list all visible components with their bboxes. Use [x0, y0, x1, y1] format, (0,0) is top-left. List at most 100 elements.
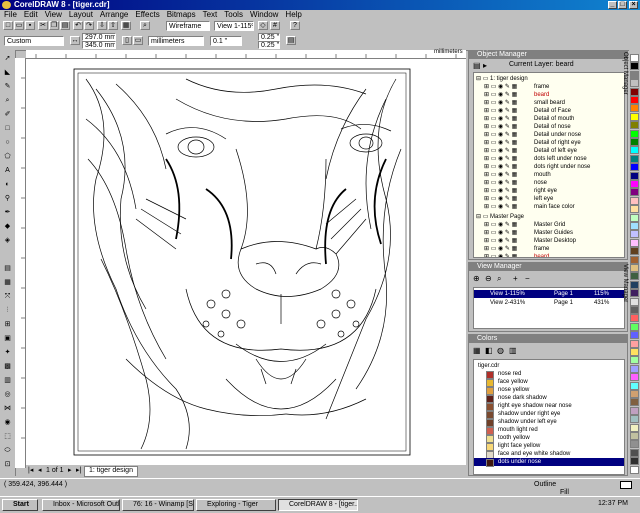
wireframe-toggle-icon[interactable]: ◇ [258, 21, 268, 30]
zoom-out-icon[interactable]: ⊖ [485, 274, 492, 283]
palette-color-chip[interactable] [630, 238, 639, 247]
layers-roll-icon[interactable]: ▤ [3, 264, 12, 273]
menu-bitmaps[interactable]: Bitmaps [167, 10, 196, 19]
horizontal-ruler[interactable]: millimeters [26, 49, 466, 59]
fill-tool-icon[interactable]: ◆ [3, 222, 12, 231]
palette-color-chip[interactable] [630, 289, 639, 298]
palette-color-chip[interactable] [630, 423, 639, 432]
palette-color-chip[interactable] [630, 154, 639, 163]
palette-color-chip[interactable] [630, 322, 639, 331]
palette-color-chip[interactable] [630, 138, 639, 146]
cut-icon[interactable]: ✂ [38, 21, 48, 30]
layer-visibility-icon[interactable]: ⊞ ▭ ◉ ✎ ▦ [484, 123, 517, 131]
object-data-icon[interactable]: ▣ [3, 334, 12, 343]
knife-tool-icon[interactable]: ✎ [3, 82, 12, 91]
layer-visibility-icon[interactable]: ⊞ ▭ ◉ ✎ ▦ [484, 163, 517, 171]
duplicate-x-field[interactable]: 0.25 " [258, 33, 280, 41]
coreldraw-app-icon[interactable] [2, 1, 11, 9]
page-layout-icon[interactable]: ▤ [286, 36, 296, 45]
palette-color-chip[interactable] [630, 171, 639, 180]
lens-icon[interactable]: ◎ [3, 390, 12, 399]
task-coreldraw[interactable]: CorelDRAW 8 - [tiger... [278, 499, 358, 511]
view-icon[interactable]: ⊞ [3, 320, 12, 329]
menu-effects[interactable]: Effects [135, 10, 159, 19]
menu-view[interactable]: View [45, 10, 62, 19]
zoom-icon[interactable]: ⌕ [140, 21, 150, 30]
palette-color-chip[interactable] [630, 457, 639, 466]
menu-file[interactable]: File [4, 10, 17, 19]
palette-color-chip[interactable] [630, 356, 639, 365]
help-icon[interactable]: ? [290, 21, 300, 30]
palette-color-chip[interactable] [630, 364, 639, 373]
ellipse-tool-icon[interactable]: ○ [3, 138, 12, 147]
zoom-icon[interactable]: ⌕ [497, 274, 501, 284]
palette-color-chip[interactable] [630, 448, 639, 457]
import-icon[interactable]: ⇩ [97, 21, 107, 30]
color-roll-icon[interactable]: ▩ [3, 362, 12, 371]
layer-visibility-icon[interactable]: ⊞ ▭ ◉ ✎ ▦ [484, 99, 517, 107]
palette-color-chip[interactable] [630, 331, 639, 340]
color-palette-icon[interactable]: ▦ [473, 346, 481, 355]
palette-color-chip[interactable] [630, 70, 639, 79]
maximize-button[interactable]: □ [618, 1, 627, 9]
layer-visibility-icon[interactable]: ⊞ ▭ ◉ ✎ ▦ [484, 187, 517, 195]
palette-color-chip[interactable] [630, 314, 639, 323]
print-icon[interactable]: ▦ [121, 21, 131, 30]
palette-color-chip[interactable] [630, 381, 639, 390]
start-button[interactable]: Start [2, 499, 38, 511]
copy-icon[interactable]: ❐ [49, 21, 59, 30]
menu-help[interactable]: Help [285, 10, 301, 19]
color-gradient-icon[interactable]: ▥ [509, 346, 517, 355]
palette-color-chip[interactable] [630, 112, 639, 121]
palette-color-chip[interactable] [630, 188, 639, 197]
view-manager-side-tab[interactable]: View Manager [620, 264, 628, 324]
layer-visibility-icon[interactable]: ⊞ ▭ ◉ ✎ ▦ [484, 83, 517, 91]
palette-color-chip[interactable] [630, 440, 639, 449]
bitmap-icon[interactable]: ▥ [3, 376, 12, 385]
palette-color-chip[interactable] [630, 264, 639, 272]
layer-visibility-icon[interactable]: ⊞ ▭ ◉ ✎ ▦ [484, 155, 517, 163]
layer-visibility-icon[interactable]: ⊞ ▭ ◉ ✎ ▦ [484, 179, 517, 187]
units-select[interactable]: millimeters [148, 36, 204, 46]
layer-visibility-icon[interactable]: ⊞ ▭ ◉ ✎ ▦ [484, 245, 517, 253]
task-winamp[interactable]: 76: 16 - Winamp [Stopped] [122, 499, 194, 511]
layer-visibility-icon[interactable]: ⊞ ▭ ◉ ✎ ▦ [484, 195, 517, 203]
power-clip-icon[interactable]: ⊡ [3, 460, 12, 469]
drawing-canvas[interactable] [26, 59, 466, 465]
palette-color-chip[interactable] [630, 297, 639, 306]
redo-icon[interactable]: ↷ [84, 21, 94, 30]
color-item-row[interactable]: dots under nose [474, 458, 624, 467]
layer-visibility-icon[interactable]: ⊞ ▭ ◉ ✎ ▦ [484, 107, 517, 115]
page-width-field[interactable]: 297.0 mm [82, 33, 116, 41]
page-height-field[interactable]: 345.0 mm [82, 41, 116, 49]
expand-icon[interactable]: ⊟ ▭ [476, 213, 488, 221]
palette-color-chip[interactable] [630, 121, 639, 130]
zoom-in-icon[interactable]: ⊕ [473, 274, 480, 283]
envelope-icon[interactable]: ⬭ [3, 446, 12, 455]
interactive-fill-icon[interactable]: ◈ [3, 236, 12, 245]
menu-arrange[interactable]: Arrange [100, 10, 128, 19]
save-icon[interactable]: ▪ [25, 21, 35, 30]
text-tool-icon[interactable]: A [3, 166, 12, 175]
layer-options-icon[interactable]: ▸ [483, 61, 487, 70]
menu-window[interactable]: Window [250, 10, 278, 19]
palette-color-chip[interactable] [630, 180, 639, 188]
landscape-icon[interactable]: ▭ [133, 36, 143, 45]
new-layer-icon[interactable]: ▤ [473, 61, 481, 70]
transform-icon[interactable]: ⤧ [3, 292, 12, 301]
palette-color-chip[interactable] [630, 390, 639, 398]
layer-visibility-icon[interactable]: ⊞ ▭ ◉ ✎ ▦ [484, 91, 517, 99]
extrude-icon[interactable]: ⬚ [3, 432, 12, 441]
color-new-icon[interactable]: ◧ [485, 346, 493, 355]
pick-tool-icon[interactable]: ➚ [3, 54, 12, 63]
palette-color-chip[interactable] [630, 280, 639, 289]
object-manager-side-tab[interactable]: Object Manager [620, 52, 628, 132]
color-globe-icon[interactable]: ◍ [497, 346, 504, 355]
palette-color-chip[interactable] [630, 62, 639, 71]
vertical-ruler[interactable] [15, 58, 26, 468]
shape-tool-icon[interactable]: ◣ [3, 68, 12, 77]
polygon-tool-icon[interactable]: ⬠ [3, 152, 12, 161]
zoom-view-select[interactable]: View 1-115% [214, 21, 254, 31]
new-file-icon[interactable]: □ [3, 21, 13, 30]
palette-color-chip[interactable] [630, 205, 639, 214]
